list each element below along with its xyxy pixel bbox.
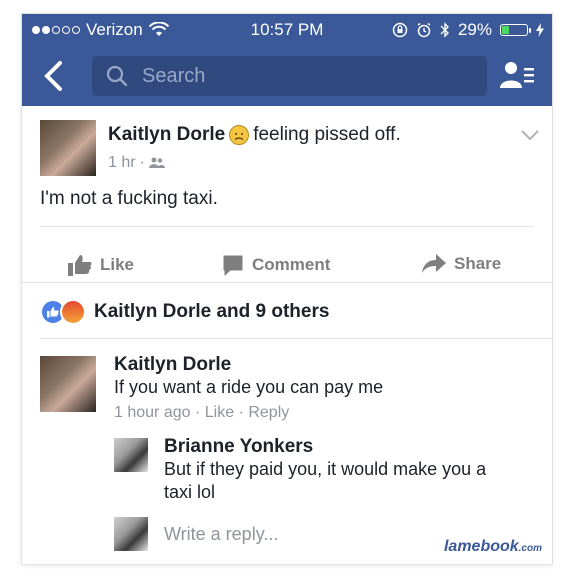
friends-privacy-icon (148, 157, 165, 168)
comment-time[interactable]: 1 hour ago (114, 404, 191, 421)
watermark-brand: lamebook (443, 538, 519, 555)
share-button[interactable]: Share (422, 254, 501, 274)
share-arrow-icon (422, 254, 446, 273)
like-button[interactable]: Like (68, 254, 134, 276)
reply-author[interactable]: Brianne Yonkers (164, 436, 313, 458)
comment-like-link[interactable]: Like (205, 404, 234, 421)
friend-requests-button[interactable] (500, 60, 534, 95)
reactions-summary[interactable]: Kaitlyn Dorle and 9 others (40, 299, 330, 325)
share-label: Share (454, 254, 502, 273)
comment-meta: 1 hour ago · Like · Reply (114, 404, 289, 422)
angry-reaction-icon (60, 299, 86, 325)
post-options-button[interactable] (520, 128, 540, 146)
battery-percent: 29% (457, 20, 492, 39)
meta-separator: · (139, 154, 145, 171)
comment-text: If you want a ride you can pay me (114, 377, 384, 397)
meta-separator: · (194, 404, 201, 421)
comment-bubble-icon (223, 255, 243, 276)
comment-label: Comment (252, 255, 331, 274)
author-avatar[interactable] (40, 120, 96, 176)
thumbs-up-icon (68, 255, 92, 276)
charging-bolt-icon (536, 23, 544, 37)
post-actions: Like Comment Share (22, 240, 552, 296)
current-user-avatar (114, 517, 148, 551)
meta-separator: · (238, 404, 244, 421)
lamebook-watermark: lamebook.com (444, 538, 542, 556)
post-body: I'm not a fucking taxi. (40, 188, 218, 209)
nav-bar: Search (22, 46, 552, 106)
friends-list-icon (500, 62, 534, 88)
bluetooth-icon (440, 22, 449, 38)
reply-text-line: But if they paid you, it would make you … (164, 459, 487, 479)
comment-button[interactable]: Comment (222, 254, 330, 276)
post-header: Kaitlyn Dorle feeling pissed off. 1 hr · (40, 114, 540, 184)
back-button[interactable] (40, 60, 70, 92)
post-feeling: feeling pissed off. (253, 124, 401, 145)
search-placeholder: Search (142, 64, 206, 87)
rotation-lock-icon (392, 22, 408, 38)
battery-fill (502, 26, 509, 34)
comment-reply-link[interactable]: Reply (248, 404, 289, 421)
phone-screen: Verizon 10:57 PM 29% Search Kaitlyn Dorl… (22, 14, 552, 564)
divider (22, 282, 552, 283)
comment-author[interactable]: Kaitlyn Dorle (114, 354, 231, 376)
divider (40, 338, 552, 339)
post-time[interactable]: 1 hr (108, 154, 136, 172)
pissed-off-emoji-icon (229, 125, 250, 145)
like-label: Like (100, 255, 135, 274)
status-bar: Verizon 10:57 PM 29% (22, 14, 552, 46)
status-right: 29% (392, 20, 544, 40)
write-reply-input[interactable]: Write a reply... (164, 524, 278, 545)
post-meta: 1 hr · (108, 154, 165, 172)
search-bar[interactable]: Search (92, 56, 487, 96)
reply-text-line: taxi lol (164, 482, 216, 502)
divider (40, 226, 534, 227)
chevron-left-icon (44, 61, 62, 91)
post-author-name[interactable]: Kaitlyn Dorle (108, 124, 225, 146)
search-icon (106, 65, 128, 87)
chevron-down-icon (521, 130, 539, 141)
replier-avatar[interactable] (114, 438, 148, 472)
alarm-icon (417, 22, 431, 38)
commenter-avatar[interactable] (40, 356, 96, 412)
reactions-summary-text: Kaitlyn Dorle and 9 others (94, 301, 330, 322)
battery-icon (500, 24, 531, 36)
post-author-line: Kaitlyn Dorle feeling pissed off. (108, 124, 401, 146)
watermark-suffix: .com (518, 543, 542, 554)
